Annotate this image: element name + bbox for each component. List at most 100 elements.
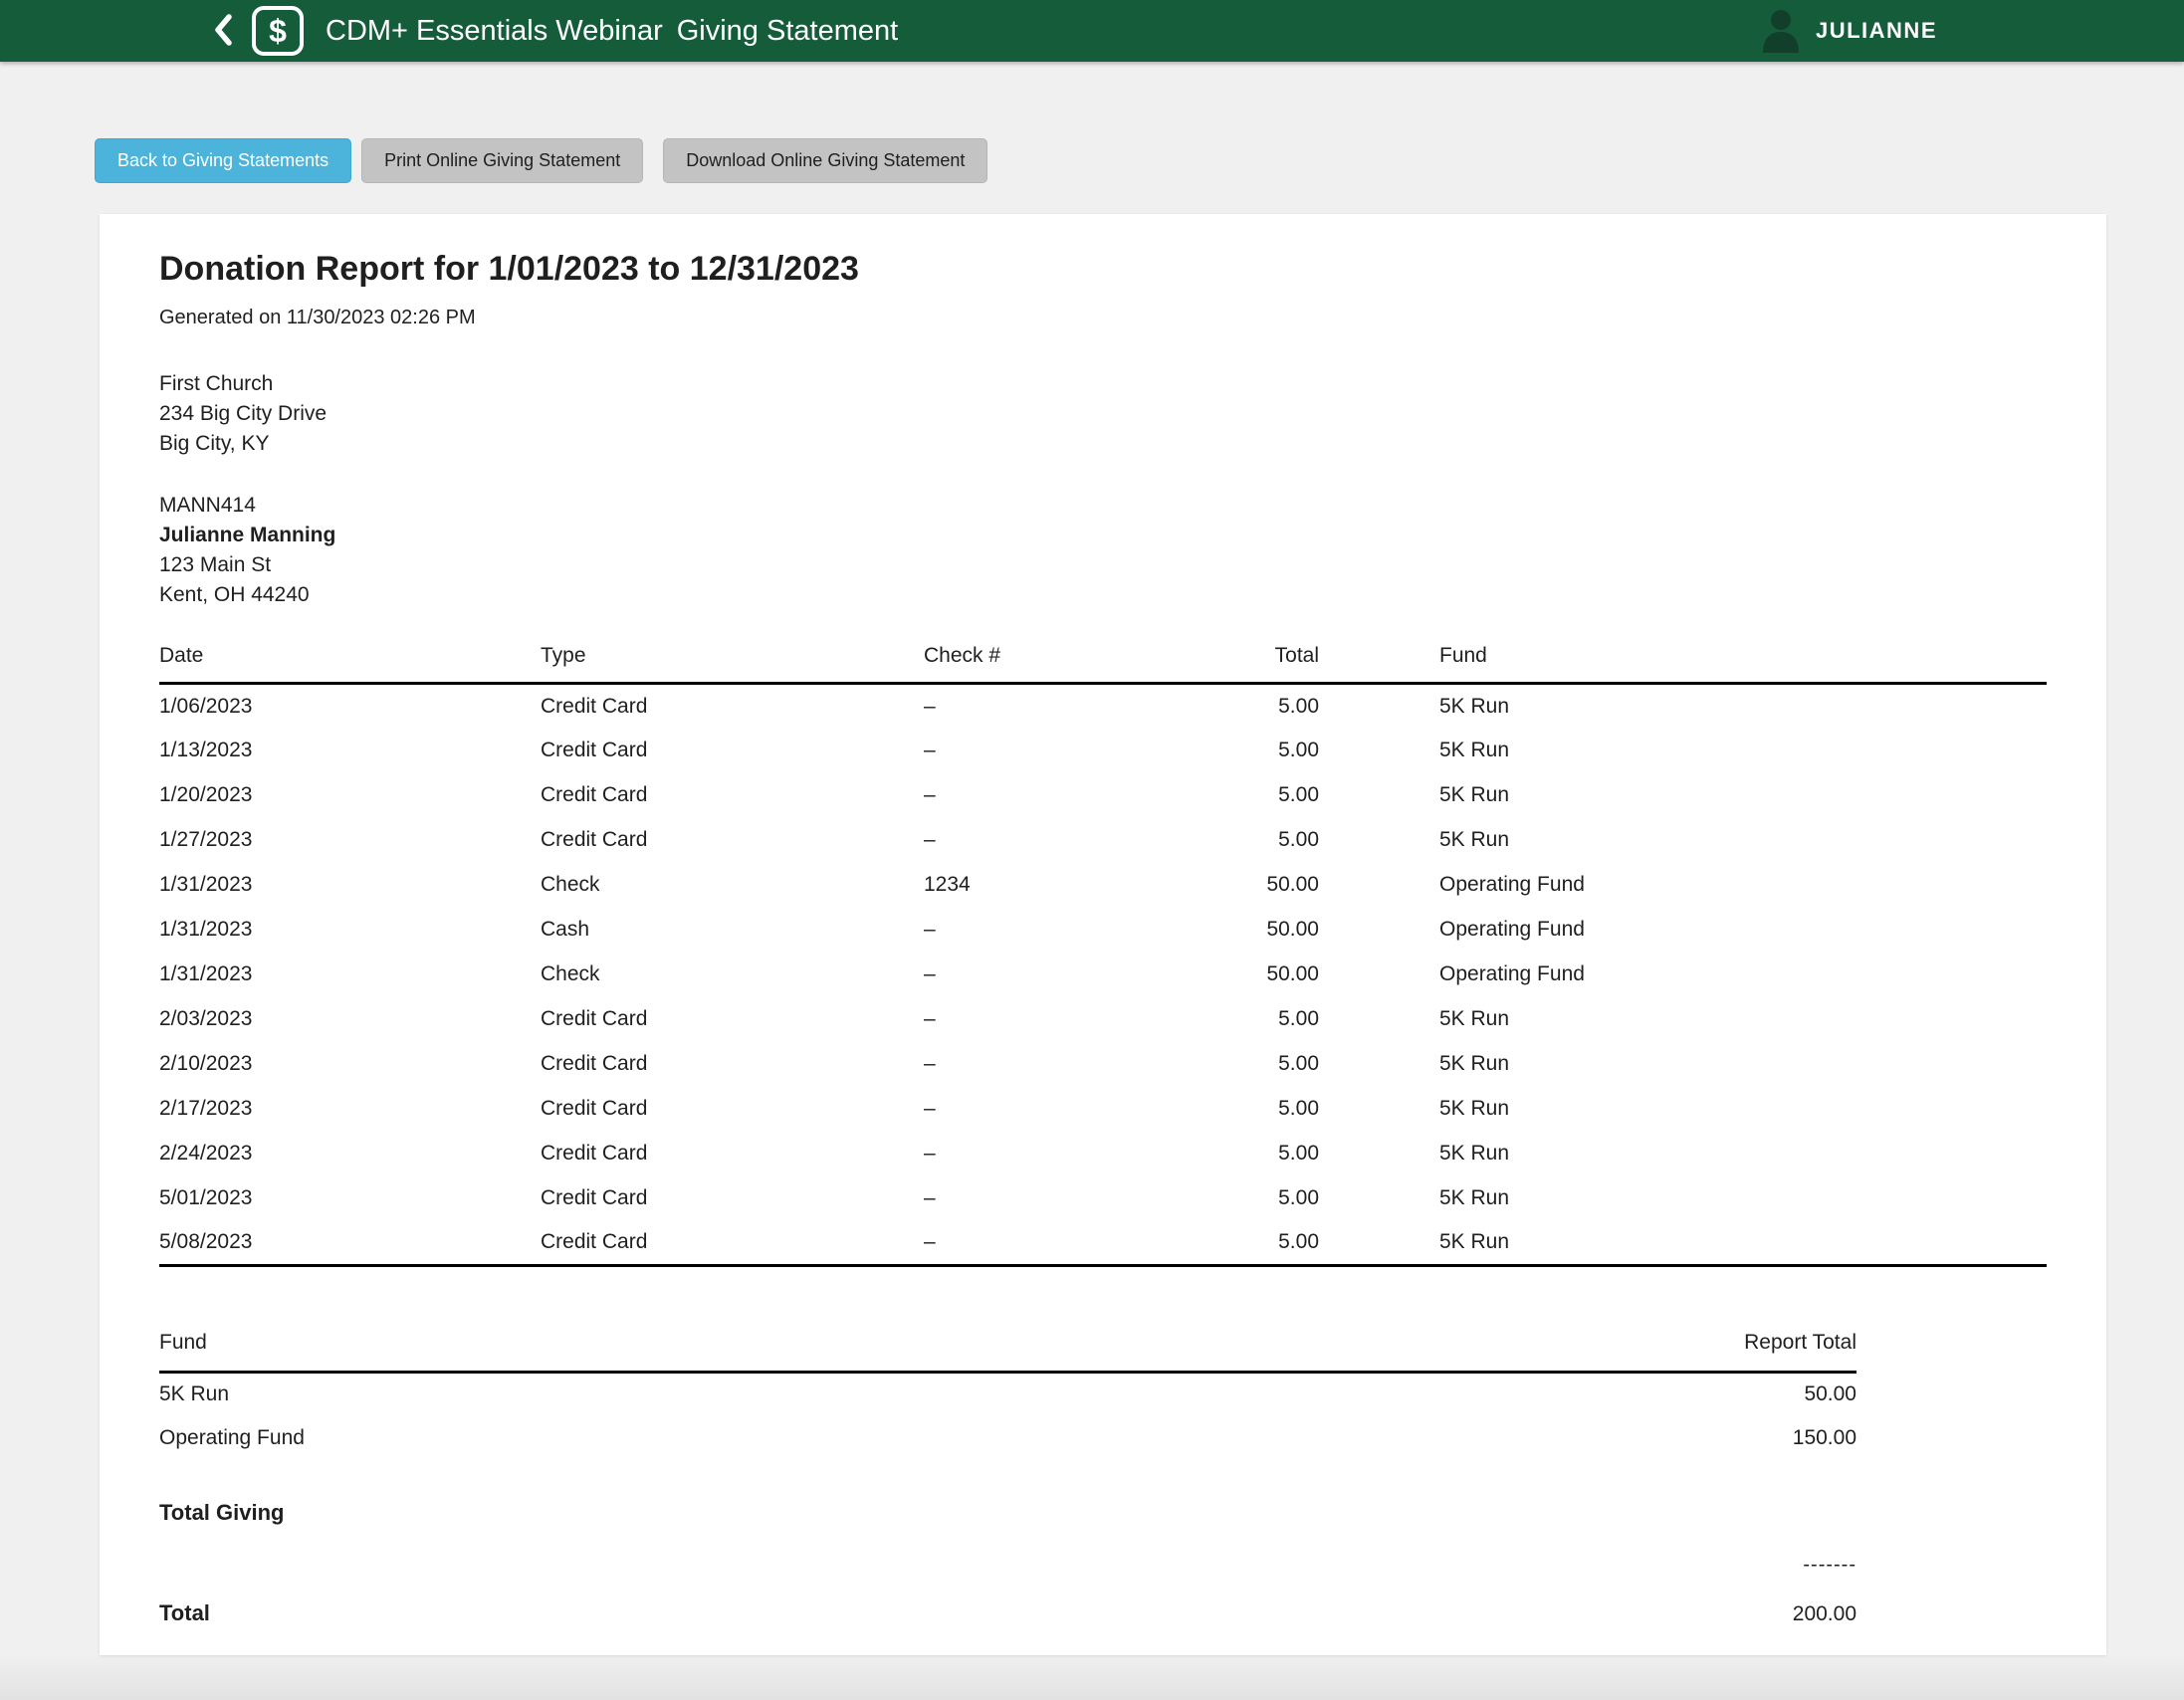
donation-type: Credit Card (541, 729, 924, 773)
header-right: JULIANNE (1760, 7, 1981, 56)
donation-fund: 5K Run (1319, 684, 2047, 729)
church-address-block: First Church 234 Big City Drive Big City… (159, 369, 2047, 459)
donations-header-row: Date Type Check # Total Fund (159, 644, 2047, 684)
total-giving-heading: Total Giving (159, 1500, 2047, 1526)
donation-fund: 5K Run (1319, 729, 2047, 773)
total-row: Total 200.00 (159, 1600, 1856, 1626)
donation-total: 5.00 (1173, 1132, 1319, 1176)
donation-total: 5.00 (1173, 818, 1319, 863)
column-type: Type (541, 644, 924, 684)
donation-date: 2/24/2023 (159, 1132, 541, 1176)
donation-row: 1/13/2023 Credit Card – 5.00 5K Run (159, 729, 2047, 773)
donation-fund: 5K Run (1319, 997, 2047, 1042)
fund-summary-body: 5K Run 50.00 Operating Fund 150.00 (159, 1373, 1856, 1460)
generated-timestamp: Generated on 11/30/2023 02:26 PM (159, 307, 2047, 329)
print-statement-button[interactable]: Print Online Giving Statement (361, 138, 643, 183)
donation-date: 1/31/2023 (159, 953, 541, 997)
donation-total: 50.00 (1173, 953, 1319, 997)
donation-row: 5/08/2023 Credit Card – 5.00 5K Run (159, 1221, 2047, 1266)
header-title: CDM+ Essentials WebinarGiving Statement (326, 15, 898, 48)
header-left: $ CDM+ Essentials WebinarGiving Statemen… (212, 6, 898, 56)
donor-address-line1: 123 Main St (159, 550, 2047, 580)
donation-check-number: – (924, 953, 1173, 997)
donation-date: 5/08/2023 (159, 1221, 541, 1266)
donation-row: 1/06/2023 Credit Card – 5.00 5K Run (159, 684, 2047, 729)
donor-code: MANN414 (159, 491, 2047, 521)
donation-check-number: – (924, 684, 1173, 729)
donation-type: Credit Card (541, 818, 924, 863)
donations-table: Date Type Check # Total Fund 1/06/2023 C… (159, 644, 2047, 1267)
toolbar: Back to Giving Statements Print Online G… (95, 138, 1007, 183)
total-separator: ------- (159, 1554, 1856, 1577)
fund-summary-row: 5K Run 50.00 (159, 1373, 1856, 1416)
donation-date: 2/10/2023 (159, 1042, 541, 1087)
donation-type: Credit Card (541, 1087, 924, 1132)
column-fund: Fund (1319, 644, 2047, 684)
back-to-giving-statements-button[interactable]: Back to Giving Statements (95, 138, 351, 183)
donor-address-line2: Kent, OH 44240 (159, 580, 2047, 610)
total-value: 200.00 (1793, 1602, 1856, 1626)
donation-type: Credit Card (541, 684, 924, 729)
user-name: JULIANNE (1816, 18, 1937, 44)
back-chevron-icon (212, 12, 234, 51)
donation-total: 50.00 (1173, 863, 1319, 908)
donation-check-number: – (924, 773, 1173, 818)
donation-type: Credit Card (541, 773, 924, 818)
donation-check-number: – (924, 997, 1173, 1042)
fund-summary-row: Operating Fund 150.00 (159, 1416, 1856, 1460)
donation-row: 2/24/2023 Credit Card – 5.00 5K Run (159, 1132, 2047, 1176)
donation-check-number: – (924, 818, 1173, 863)
donation-row: 1/27/2023 Credit Card – 5.00 5K Run (159, 818, 2047, 863)
donation-fund: 5K Run (1319, 1176, 2047, 1221)
donation-type: Credit Card (541, 1042, 924, 1087)
donation-total: 5.00 (1173, 684, 1319, 729)
donor-address-block: MANN414 Julianne Manning 123 Main St Ken… (159, 491, 2047, 610)
donation-check-number: – (924, 1132, 1173, 1176)
donation-fund: Operating Fund (1319, 953, 2047, 997)
donation-total: 5.00 (1173, 1176, 1319, 1221)
app-header: $ CDM+ Essentials WebinarGiving Statemen… (0, 0, 2184, 62)
column-check: Check # (924, 644, 1173, 684)
column-report-total: Report Total (1116, 1331, 1856, 1373)
donation-check-number: – (924, 1042, 1173, 1087)
church-address-line2: Big City, KY (159, 429, 2047, 459)
donation-type: Check (541, 953, 924, 997)
user-avatar-icon (1760, 7, 1802, 56)
donations-body: 1/06/2023 Credit Card – 5.00 5K Run 1/13… (159, 684, 2047, 1266)
donation-date: 1/31/2023 (159, 908, 541, 953)
donation-type: Credit Card (541, 997, 924, 1042)
donation-type: Credit Card (541, 1176, 924, 1221)
column-date: Date (159, 644, 541, 684)
fund-summary-table: Fund Report Total 5K Run 50.00 Operating… (159, 1331, 1856, 1460)
donation-date: 2/17/2023 (159, 1087, 541, 1132)
page-title: Giving Statement (677, 15, 898, 47)
donation-check-number: – (924, 1176, 1173, 1221)
donation-fund: 5K Run (1319, 1132, 2047, 1176)
donation-date: 1/31/2023 (159, 863, 541, 908)
donation-fund: Operating Fund (1319, 863, 2047, 908)
donation-date: 1/06/2023 (159, 684, 541, 729)
dollar-glyph: $ (269, 13, 287, 50)
donation-row: 5/01/2023 Credit Card – 5.00 5K Run (159, 1176, 2047, 1221)
donation-type: Cash (541, 908, 924, 953)
donation-row: 1/20/2023 Credit Card – 5.00 5K Run (159, 773, 2047, 818)
donation-total: 5.00 (1173, 1221, 1319, 1266)
donation-fund: Operating Fund (1319, 908, 2047, 953)
user-menu-button[interactable]: JULIANNE (1760, 7, 1937, 56)
fund-report-total: 150.00 (1116, 1416, 1856, 1460)
donation-check-number: – (924, 729, 1173, 773)
donation-fund: 5K Run (1319, 1087, 2047, 1132)
donation-fund: 5K Run (1319, 1221, 2047, 1266)
total-label: Total (159, 1600, 210, 1626)
donation-row: 2/03/2023 Credit Card – 5.00 5K Run (159, 997, 2047, 1042)
donation-date: 5/01/2023 (159, 1176, 541, 1221)
donation-type: Check (541, 863, 924, 908)
church-name: First Church (159, 369, 2047, 399)
donation-row: 2/17/2023 Credit Card – 5.00 5K Run (159, 1087, 2047, 1132)
fund-name: Operating Fund (159, 1416, 1116, 1460)
donation-check-number: – (924, 908, 1173, 953)
donation-row: 2/10/2023 Credit Card – 5.00 5K Run (159, 1042, 2047, 1087)
back-button[interactable] (212, 12, 234, 51)
download-statement-button[interactable]: Download Online Giving Statement (663, 138, 987, 183)
donation-row: 1/31/2023 Check 1234 50.00 Operating Fun… (159, 863, 2047, 908)
